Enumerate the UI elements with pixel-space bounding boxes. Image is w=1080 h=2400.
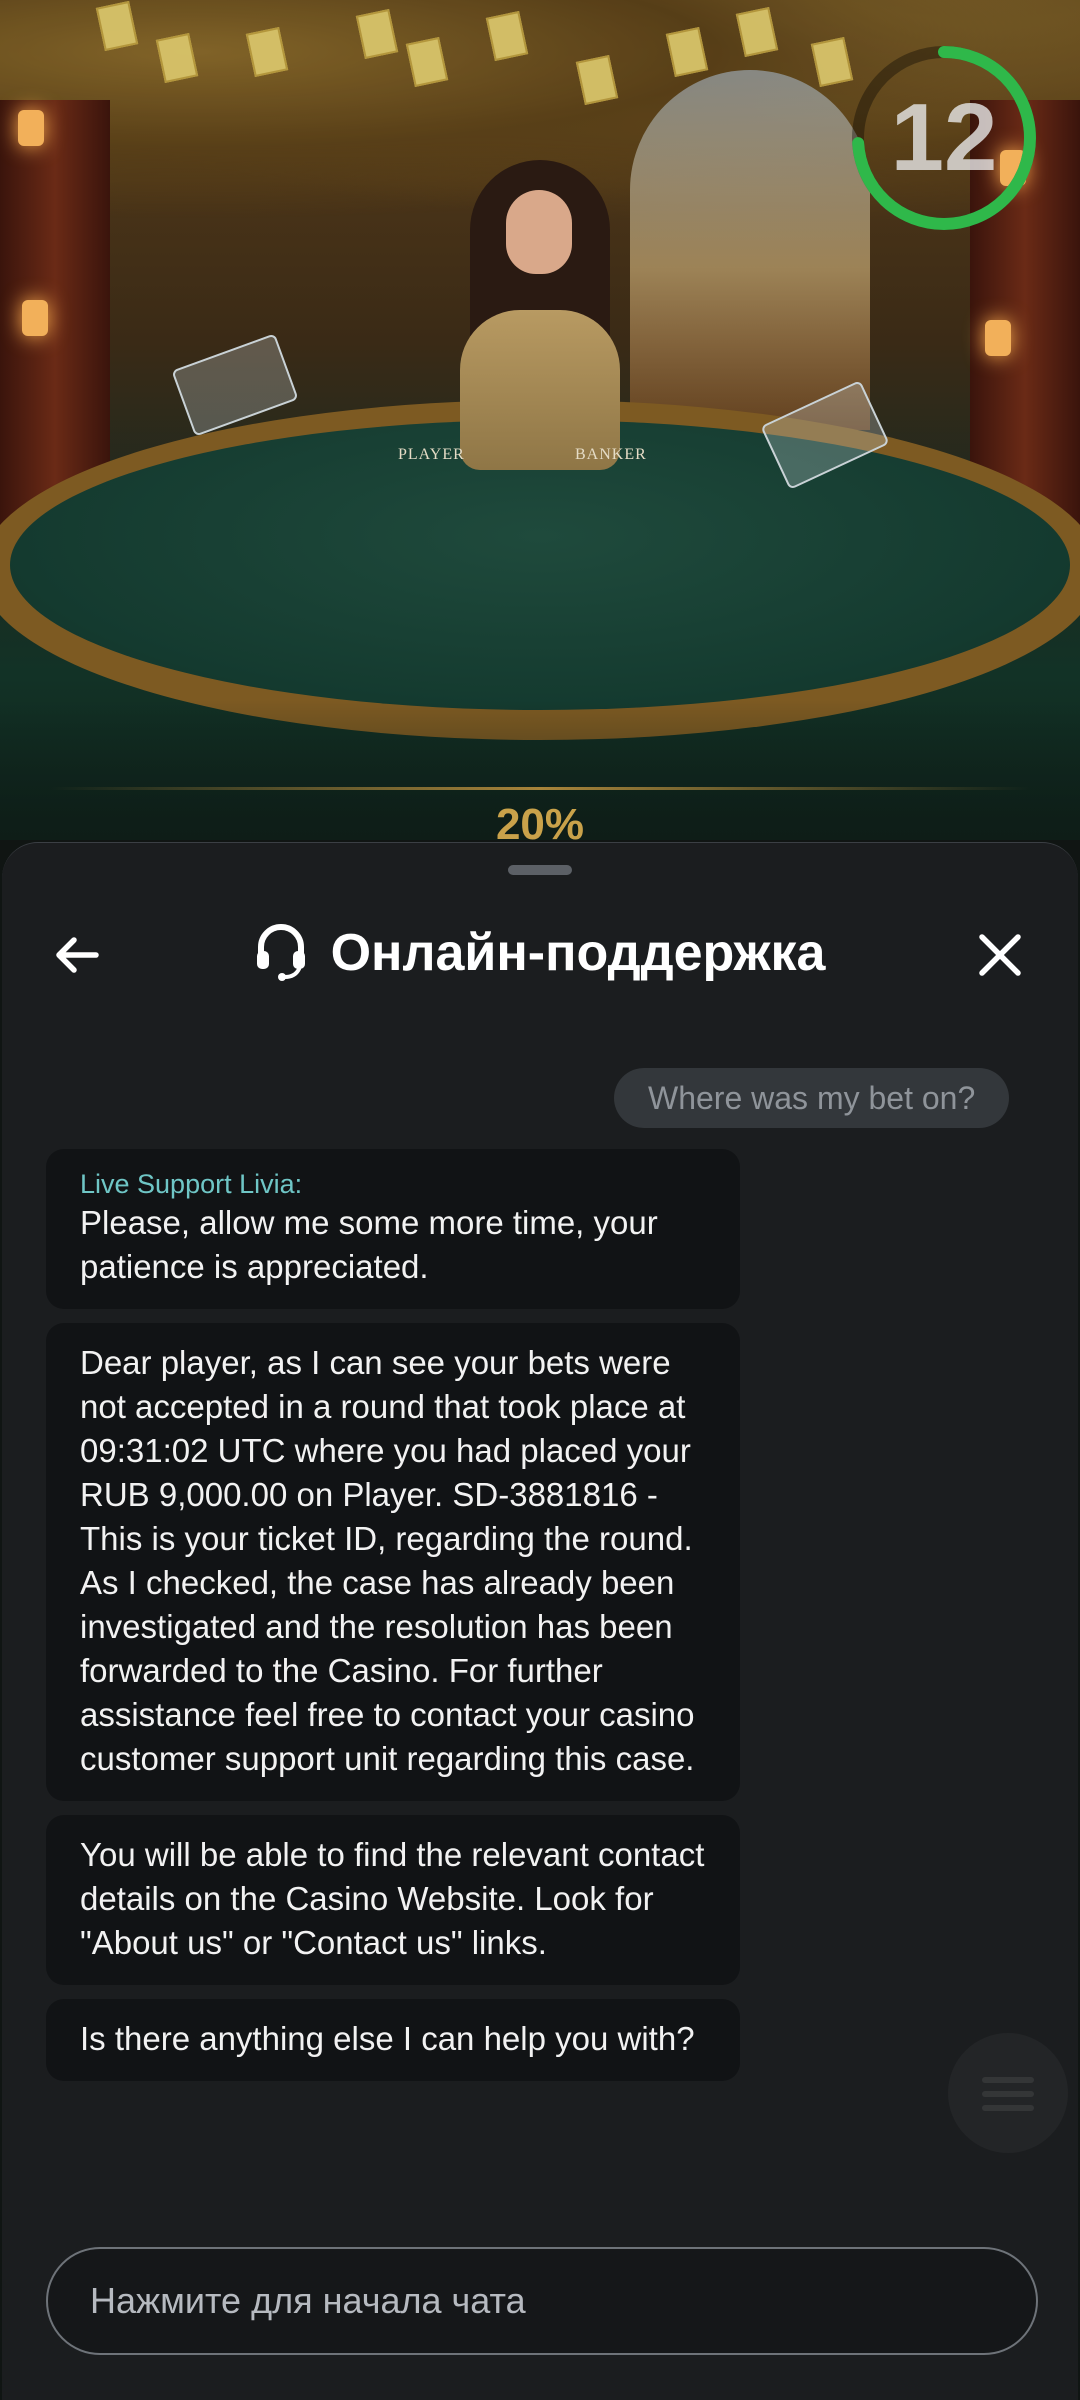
sender-name: Live Support Livia: [80, 1169, 303, 1199]
close-icon [979, 934, 1021, 976]
chat-title: Онлайн-поддержка [2, 903, 1078, 1003]
drag-handle[interactable] [508, 865, 572, 875]
support-message: Is there anything else I can help you wi… [46, 1999, 740, 2081]
support-chat-panel: Онлайн-поддержка Where was my bet on? Li… [2, 842, 1078, 2400]
chat-title-text: Онлайн-поддержка [330, 924, 826, 982]
message-text: You will be able to find the relevant co… [80, 1836, 705, 1961]
chat-header: Онлайн-поддержка [2, 903, 1078, 1003]
chat-input-placeholder: Нажмите для начала чата [90, 2280, 526, 2321]
support-message: Dear player, as I can see your bets were… [46, 1323, 740, 1801]
user-message-bubble: Where was my bet on? [614, 1068, 1010, 1128]
timer-value: 12 [890, 84, 998, 191]
chat-input[interactable]: Нажмите для начала чата [46, 2247, 1038, 2355]
menu-button-behind [948, 2033, 1068, 2153]
back-button[interactable] [46, 923, 110, 987]
arrow-left-icon [56, 937, 99, 973]
headset-icon [256, 924, 305, 981]
dealer [430, 160, 650, 470]
message-text: Please, allow me some more time, your pa… [80, 1204, 658, 1285]
support-message: Live Support Livia: Please, allow me som… [46, 1149, 740, 1309]
divider [50, 787, 1030, 790]
round-timer: 12 [848, 42, 1040, 234]
message-text: Is there anything else I can help you wi… [80, 2020, 695, 2057]
close-button[interactable] [968, 923, 1032, 987]
background-window [630, 70, 870, 430]
message-text: Dear player, as I can see your bets were… [80, 1344, 695, 1777]
lantern [985, 320, 1011, 356]
message-list[interactable]: Live Support Livia: Please, allow me som… [46, 1149, 740, 2095]
lantern [22, 300, 48, 336]
lantern [18, 110, 44, 146]
table-label-player: PLAYER [398, 446, 465, 463]
table-label-banker: BANKER [575, 446, 647, 463]
left-pillar [0, 100, 110, 530]
support-message: You will be able to find the relevant co… [46, 1815, 740, 1985]
